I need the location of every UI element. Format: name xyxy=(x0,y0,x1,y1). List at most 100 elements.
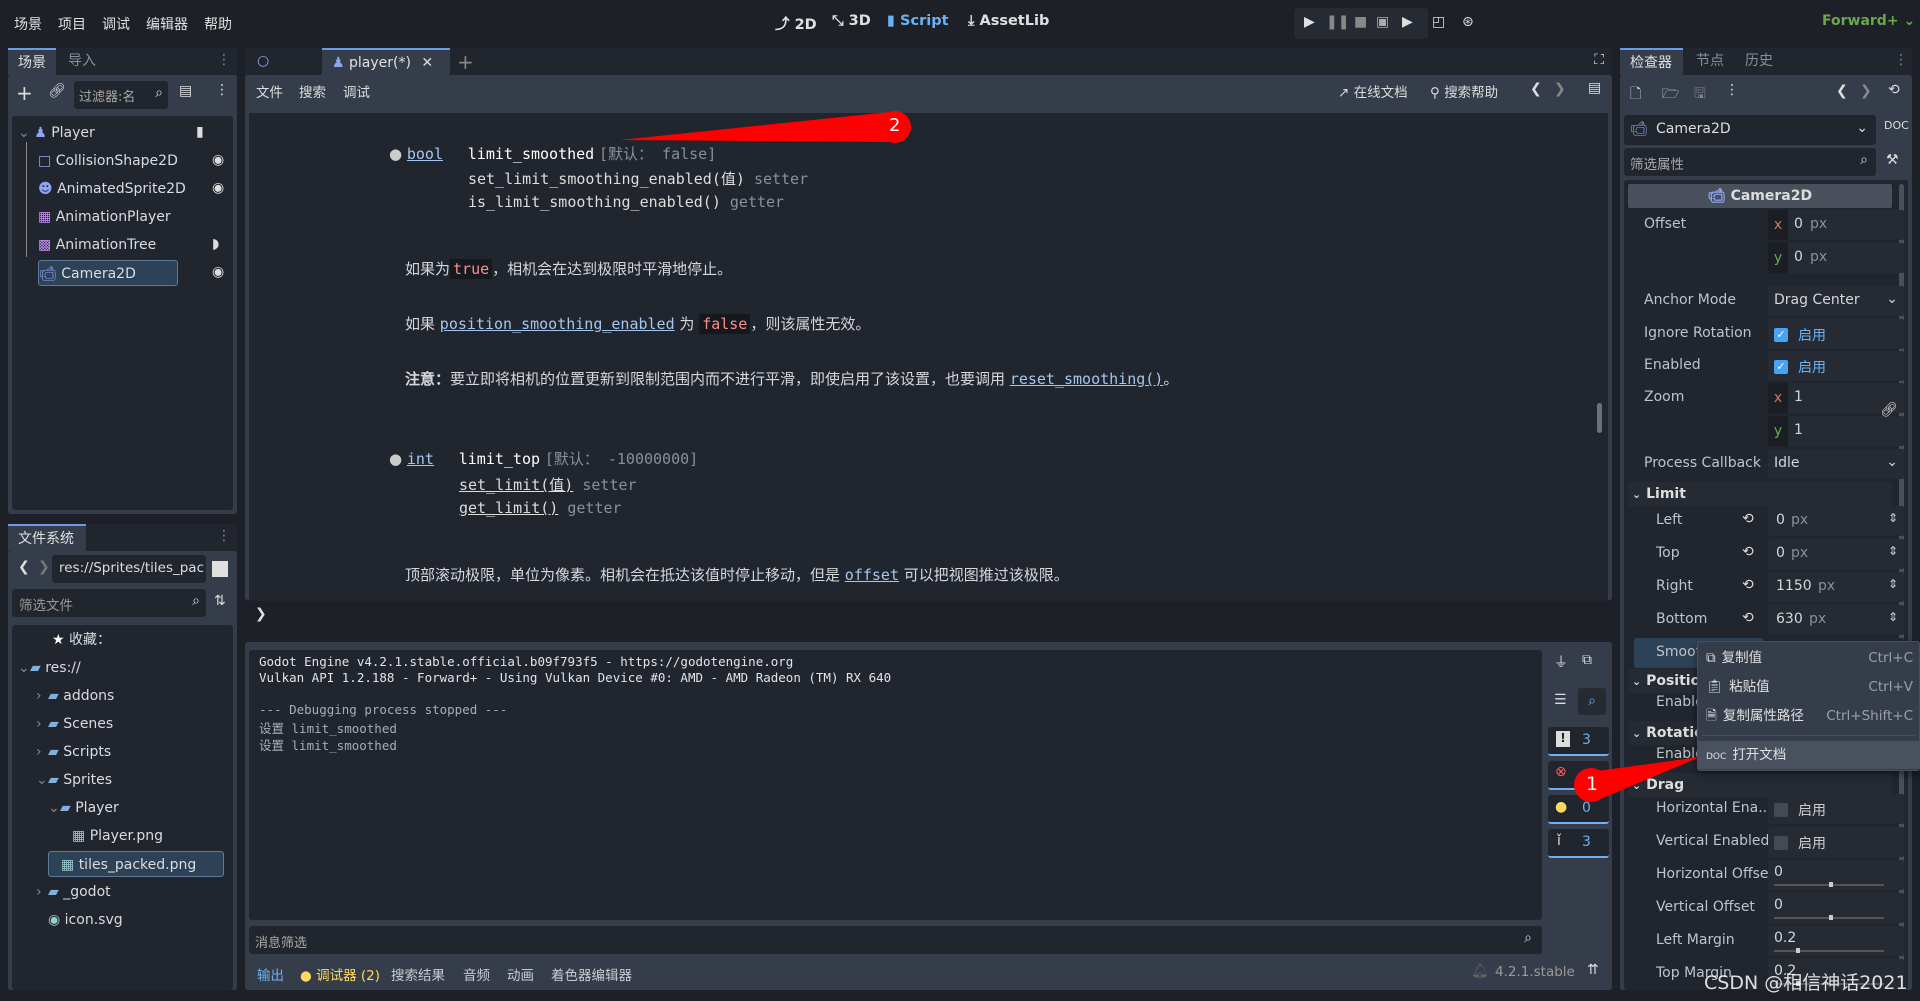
menu-search[interactable]: 搜索 xyxy=(299,81,326,101)
filter-warnings-button[interactable]: ● 0 xyxy=(1548,795,1609,824)
tree-item[interactable]: □ CollisionShape2D xyxy=(38,148,218,174)
more-icon[interactable]: ⋮ xyxy=(217,528,231,544)
expand-icon[interactable]: ❯ xyxy=(255,606,267,622)
bell-icon[interactable]: 🔔︎ xyxy=(1471,963,1489,979)
file-item[interactable]: › ▰ Scenes xyxy=(36,711,113,737)
tab-shader-editor[interactable]: 着色器编辑器 xyxy=(551,964,632,984)
toggle-panel-icon[interactable]: ▤ xyxy=(1588,80,1601,96)
menu-debug[interactable]: 调试 xyxy=(343,81,370,101)
tab-inspector[interactable]: 检查器 xyxy=(1620,48,1683,75)
script-icon[interactable]: ▮ xyxy=(196,124,204,140)
forward-icon[interactable]: ❯ xyxy=(38,559,50,575)
workspace-assetlib[interactable]: ⤓ AssetLib xyxy=(968,13,1049,29)
menu-item-paste-value[interactable]: 📋︎ 粘贴值 Ctrl+V xyxy=(1698,673,1920,701)
file-item[interactable]: ▦ tiles_packed.png xyxy=(48,851,224,877)
forward-icon[interactable]: ❯ xyxy=(1860,83,1872,99)
play-custom-scene-icon[interactable]: ◰ xyxy=(1432,14,1445,30)
clear-icon[interactable]: ⏚ xyxy=(1554,652,1568,672)
filter-messages-button[interactable]: ! 3 xyxy=(1548,727,1609,756)
file-item[interactable]: › ▰ _godot xyxy=(36,879,111,905)
tab-scene[interactable]: 场景 xyxy=(8,48,56,75)
pause-icon[interactable]: ❚❚ xyxy=(1326,14,1349,30)
tree-item[interactable]: ▦ AnimationPlayer xyxy=(38,204,218,230)
tree-item[interactable]: 📹︎ Camera2D xyxy=(38,260,178,286)
tab-import[interactable]: 导入 xyxy=(58,48,106,75)
more-icon[interactable]: ⋮ xyxy=(215,82,229,98)
revert-icon[interactable]: ⟲ xyxy=(1742,610,1754,626)
tree-item[interactable]: ☻ AnimatedSprite2D xyxy=(38,176,218,202)
section-limit[interactable]: ⌄ Limit xyxy=(1628,482,1892,506)
menu-project[interactable]: 项目 xyxy=(58,14,86,34)
visibility-icon[interactable]: ◉ xyxy=(212,180,224,196)
save-icon[interactable]: 🖫︎ xyxy=(1694,83,1706,107)
y-field[interactable]: y 0 px xyxy=(1768,243,1904,273)
slider-grabber[interactable] xyxy=(1796,948,1800,953)
new-tab-icon[interactable]: + xyxy=(457,50,474,74)
checkbox[interactable]: ✓启用 xyxy=(1768,319,1904,349)
online-docs-button[interactable]: ↗ 在线文档 xyxy=(1338,81,1408,101)
add-node-icon[interactable]: + xyxy=(16,81,33,105)
next-icon[interactable]: ❯ xyxy=(1554,81,1566,97)
tree-item[interactable]: ▩ AnimationTree xyxy=(38,232,218,258)
file-item[interactable]: › ▰ Scripts xyxy=(36,739,111,765)
tab-main[interactable]: ○ main xyxy=(247,48,313,96)
checkbox[interactable]: ✓启用 xyxy=(1768,827,1904,857)
limit-spinbox[interactable]: 1150 px ⇕ xyxy=(1768,572,1904,602)
link-icon[interactable]: 🔗︎ xyxy=(48,83,66,99)
more-icon[interactable]: ⋮ xyxy=(217,52,231,68)
slider[interactable]: 0.2 xyxy=(1768,926,1904,956)
renderer-select[interactable]: Forward+ ⌄ xyxy=(1822,13,1915,29)
scene-filter-input[interactable]: 过滤器:名 ⌕ xyxy=(74,81,168,109)
slider[interactable]: 0 xyxy=(1768,893,1904,923)
back-icon[interactable]: ❮ xyxy=(18,559,30,575)
play-scene-icon[interactable]: ▶ xyxy=(1402,14,1413,30)
tab-filesystem[interactable]: 文件系统 xyxy=(8,524,86,551)
tab-search-results[interactable]: 搜索结果 xyxy=(391,964,445,984)
filter-info-button[interactable]: ǐ3 xyxy=(1548,829,1609,858)
object-selector[interactable]: 📹︎ Camera2D ⌄ xyxy=(1624,115,1876,145)
revert-icon[interactable]: ⟲ xyxy=(1742,544,1754,560)
tab-output[interactable]: 输出 xyxy=(257,964,284,984)
file-item[interactable]: ⌄▰ Player xyxy=(48,795,119,821)
filter-errors-button[interactable]: ⊗ xyxy=(1548,761,1609,790)
slider[interactable]: 0 xyxy=(1768,860,1904,890)
type-link[interactable]: bool xyxy=(407,145,443,163)
sort-icon[interactable]: ⇅ xyxy=(214,593,226,609)
fullscreen-icon[interactable]: ⛶ xyxy=(1594,52,1604,68)
tools-icon[interactable]: ⚒ xyxy=(1886,152,1899,168)
menu-debug[interactable]: 调试 xyxy=(102,14,130,34)
close-icon[interactable]: ✕ xyxy=(421,55,433,71)
prev-icon[interactable]: ❮ xyxy=(1530,81,1542,97)
y-field[interactable]: y1 xyxy=(1768,416,1904,446)
message-filter-input[interactable]: 消息筛选 ⌕ xyxy=(249,926,1542,954)
menu-item-open-docs[interactable]: DOC 打开文档 xyxy=(1698,741,1920,769)
workspace-3d[interactable]: ⤡ 3D xyxy=(832,13,871,29)
slider-grabber[interactable] xyxy=(1829,882,1833,887)
file-item[interactable]: ▦ Player.png xyxy=(60,823,163,849)
limit-spinbox[interactable]: 630 px ⇕ xyxy=(1768,605,1904,635)
revert-icon[interactable]: ⟲ xyxy=(1742,511,1754,527)
more-icon[interactable]: ⋮ xyxy=(1894,52,1908,68)
type-link[interactable]: int xyxy=(407,450,434,468)
workspace-2d[interactable]: ⤴ 2D xyxy=(775,13,817,34)
search-help-button[interactable]: ⚲ 搜索帮助 xyxy=(1430,81,1498,101)
file-item[interactable]: ★ 收藏： xyxy=(40,627,111,653)
file-item[interactable]: ◉ icon.svg xyxy=(36,907,123,933)
process-callback-select[interactable]: Idle ⌄ xyxy=(1768,449,1904,479)
visibility-icon[interactable]: ◉ xyxy=(212,152,224,168)
position-smoothing-link[interactable]: position_smoothing_enabled xyxy=(440,315,675,333)
remote-debug-icon[interactable]: ▣ xyxy=(1376,14,1389,30)
slider-grabber[interactable] xyxy=(1829,915,1833,920)
tab-history[interactable]: 历史 xyxy=(1735,48,1783,75)
menu-editor[interactable]: 编辑器 xyxy=(146,14,188,34)
path-field[interactable]: res://Sprites/tiles_pac xyxy=(52,555,206,583)
doc-icon[interactable]: DOC xyxy=(1884,119,1909,132)
visibility-icon[interactable]: ◉ xyxy=(212,264,224,280)
movie-maker-icon[interactable]: ⊛ xyxy=(1462,14,1474,30)
reset-smoothing-link[interactable]: reset_smoothing() xyxy=(1010,370,1164,388)
link-icon[interactable]: 🔗︎ xyxy=(1880,402,1898,418)
new-resource-icon[interactable]: 🗋︎ xyxy=(1630,83,1641,107)
tab-audio[interactable]: 音频 xyxy=(463,964,490,984)
history-icon[interactable]: ⟲ xyxy=(1888,82,1900,98)
checkbox[interactable]: ✓启用 xyxy=(1768,351,1904,381)
